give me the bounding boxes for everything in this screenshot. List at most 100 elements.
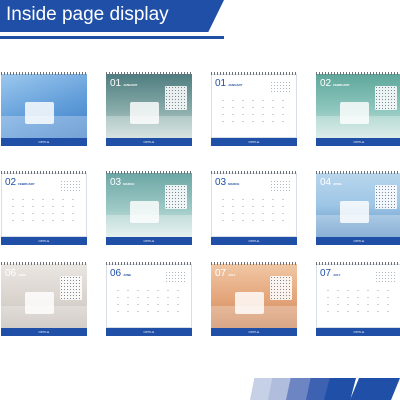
brand-label: OPPLE xyxy=(38,239,50,243)
month-name: FEBRUARY xyxy=(333,83,350,87)
brand-label: OPPLE xyxy=(248,239,260,243)
month-header: 01 JANUARY xyxy=(215,78,243,89)
month-number: 02 xyxy=(5,177,17,188)
brand-strip: OPPLE xyxy=(1,237,87,245)
brand-label: OPPLE xyxy=(353,239,365,243)
date-grid xyxy=(8,196,80,223)
overlay-calendar xyxy=(270,276,292,300)
month-number: 03 xyxy=(215,177,227,188)
calendar-page-card: 01 JANUARY OPPLE xyxy=(106,72,192,146)
calendar-page-card: 07 JULY OPPLE xyxy=(316,262,400,336)
mini-calendar xyxy=(375,271,397,283)
brand-strip: OPPLE xyxy=(211,237,297,245)
brand-strip: OPPLE xyxy=(1,328,87,336)
overlay-calendar xyxy=(375,185,397,209)
month-header: 07 JULY xyxy=(215,268,236,279)
product-shape xyxy=(25,292,55,314)
brand-label: OPPLE xyxy=(248,330,260,334)
month-name: JULY xyxy=(333,273,341,277)
spiral-binding xyxy=(106,72,192,75)
spiral-binding xyxy=(106,262,192,265)
brand-strip: OPPLE xyxy=(211,328,297,336)
date-grid xyxy=(218,97,290,124)
month-number: 06 xyxy=(110,268,122,279)
month-name: JULY xyxy=(228,273,236,277)
product-photo xyxy=(1,74,87,138)
spiral-binding xyxy=(211,262,297,265)
month-header: 06 JUNE xyxy=(110,268,131,279)
mini-calendar xyxy=(60,180,82,192)
brand-strip: OPPLE xyxy=(106,138,192,146)
calendar-page-card: OPPLE xyxy=(1,72,87,146)
mini-calendar xyxy=(270,180,292,192)
date-grid xyxy=(218,196,290,223)
overlay-calendar xyxy=(165,185,187,209)
decor-stripe-6 xyxy=(350,378,400,400)
month-name: JUNE xyxy=(18,273,27,277)
month-name: APRIL xyxy=(333,182,343,186)
calendar-page-card: 07 JULY OPPLE xyxy=(211,262,297,336)
brand-strip: OPPLE xyxy=(316,138,400,146)
brand-strip: OPPLE xyxy=(316,328,400,336)
month-number: 01 xyxy=(215,78,227,89)
month-header: 03 MARCH xyxy=(110,177,134,188)
brand-label: OPPLE xyxy=(143,239,155,243)
spiral-binding xyxy=(1,72,87,75)
overlay-calendar xyxy=(60,276,82,300)
brand-strip: OPPLE xyxy=(106,237,192,245)
month-name: JUNE xyxy=(123,273,132,277)
month-header: 01 JANUARY xyxy=(110,78,138,89)
month-header: 07 JULY xyxy=(320,268,341,279)
brand-label: OPPLE xyxy=(38,140,50,144)
spiral-binding xyxy=(1,171,87,174)
month-number: 07 xyxy=(320,268,332,279)
month-number: 03 xyxy=(110,177,122,188)
brand-strip: OPPLE xyxy=(106,328,192,336)
calendar-page-card: 06 JUNE OPPLE xyxy=(1,262,87,336)
calendar-page-card: 04 APRIL OPPLE xyxy=(316,171,400,245)
calendar-page-card: 03 MARCH OPPLE xyxy=(211,171,297,245)
spiral-binding xyxy=(1,262,87,265)
brand-strip: OPPLE xyxy=(211,138,297,146)
brand-strip: OPPLE xyxy=(316,237,400,245)
date-grid xyxy=(113,287,185,314)
spiral-binding xyxy=(211,171,297,174)
month-name: MARCH xyxy=(228,182,240,186)
mini-calendar xyxy=(165,271,187,283)
calendar-page-card: 01 JANUARY OPPLE xyxy=(211,72,297,146)
mini-calendar xyxy=(270,81,292,93)
month-number: 04 xyxy=(320,177,332,188)
brand-label: OPPLE xyxy=(143,140,155,144)
product-shape xyxy=(130,102,160,124)
month-number: 06 xyxy=(5,268,17,279)
calendar-page-card: 06 JUNE OPPLE xyxy=(106,262,192,336)
calendar-page-card: 02 FEBRUARY OPPLE xyxy=(1,171,87,245)
brand-label: OPPLE xyxy=(38,330,50,334)
month-name: MARCH xyxy=(123,182,135,186)
brand-label: OPPLE xyxy=(353,140,365,144)
product-shape xyxy=(25,102,55,124)
month-number: 02 xyxy=(320,78,332,89)
product-shape xyxy=(235,292,265,314)
spiral-binding xyxy=(316,171,400,174)
month-name: JANUARY xyxy=(228,83,243,87)
title-banner: Inside page display xyxy=(0,0,224,32)
month-number: 01 xyxy=(110,78,122,89)
calendar-page-card: 03 MARCH OPPLE xyxy=(106,171,192,245)
month-header: 02 FEBRUARY xyxy=(320,78,350,89)
calendar-page-card: 02 FEBRUARY OPPLE xyxy=(316,72,400,146)
brand-label: OPPLE xyxy=(248,140,260,144)
brand-strip: OPPLE xyxy=(1,138,87,146)
product-shape xyxy=(340,201,370,223)
spiral-binding xyxy=(211,72,297,75)
title-underline xyxy=(0,36,224,39)
month-name: FEBRUARY xyxy=(18,182,35,186)
page-title: Inside page display xyxy=(6,4,169,25)
month-header: 02 FEBRUARY xyxy=(5,177,35,188)
spiral-binding xyxy=(106,171,192,174)
spiral-binding xyxy=(316,262,400,265)
month-number: 07 xyxy=(215,268,227,279)
brand-label: OPPLE xyxy=(143,330,155,334)
month-header: 03 MARCH xyxy=(215,177,239,188)
spiral-binding xyxy=(316,72,400,75)
